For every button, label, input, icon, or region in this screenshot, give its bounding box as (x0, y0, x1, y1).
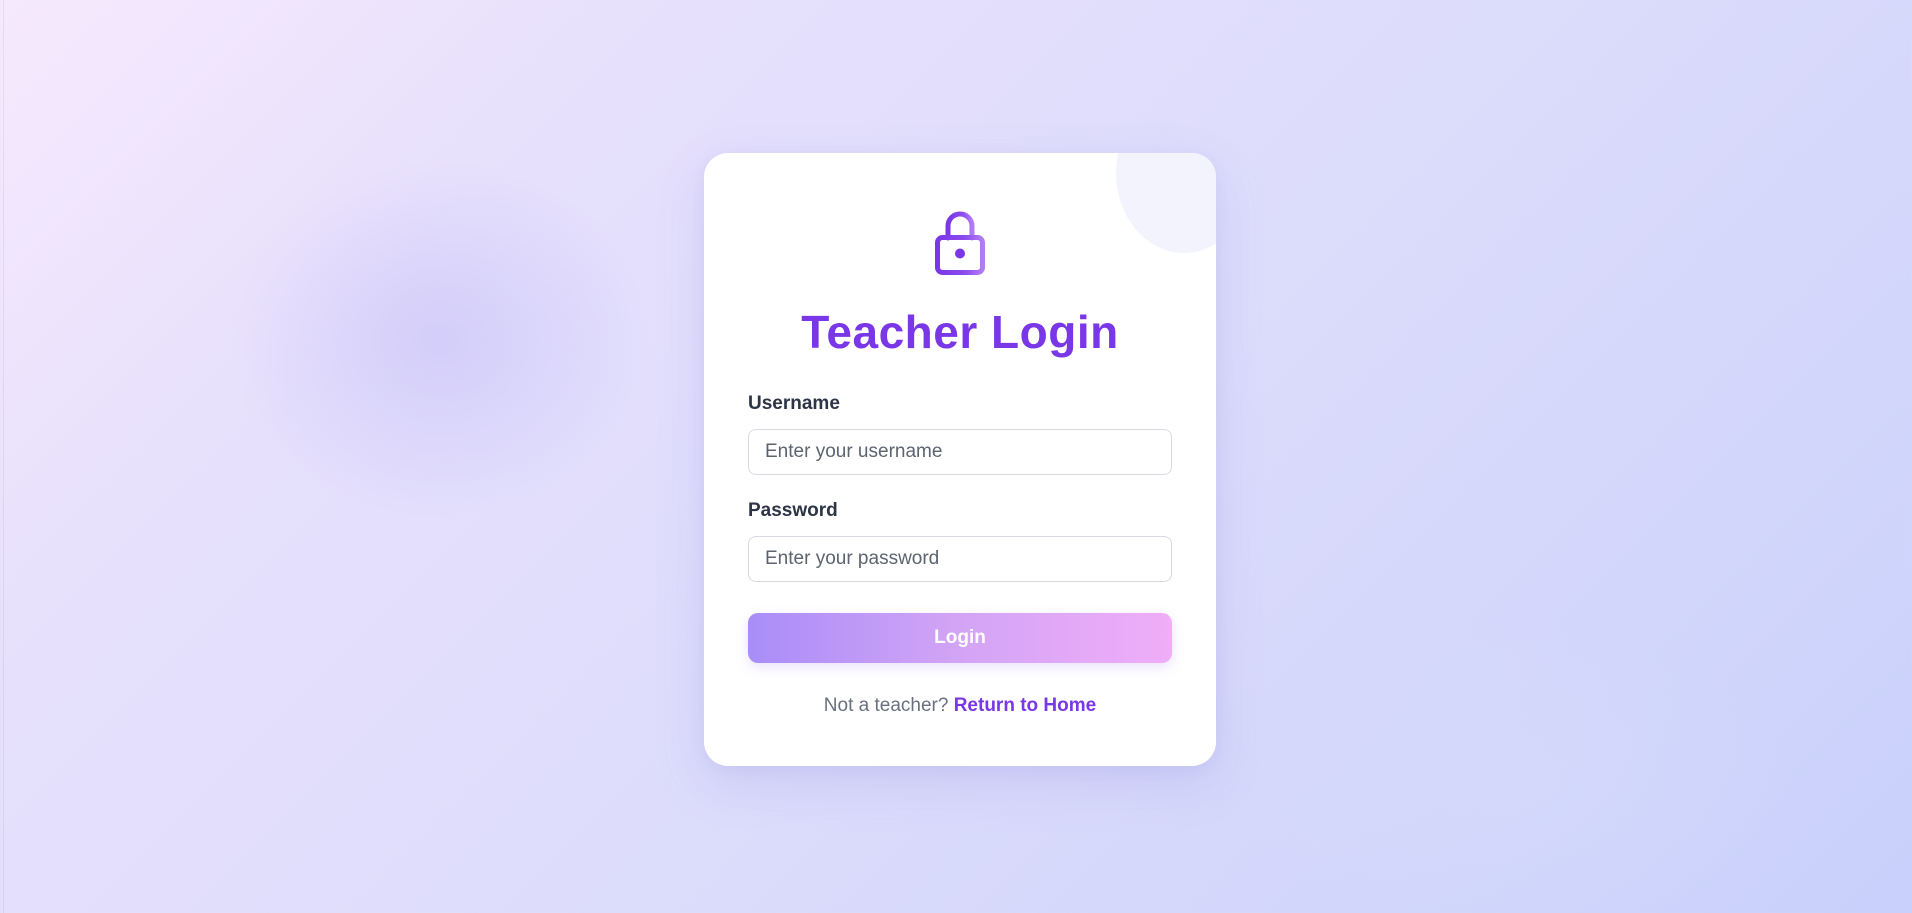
page-title: Teacher Login (801, 306, 1119, 358)
card-decoration (1116, 153, 1216, 253)
password-label: Password (748, 500, 838, 521)
footer-prompt: Not a teacher? Return to Home (704, 695, 1216, 717)
lock-icon (935, 211, 985, 275)
background-glow (230, 160, 650, 520)
username-label: Username (748, 393, 840, 414)
username-input[interactable] (748, 429, 1172, 475)
login-card: Teacher Login Username Password Login No… (704, 153, 1216, 766)
password-input[interactable] (748, 536, 1172, 582)
return-home-link[interactable]: Return to Home (954, 695, 1097, 716)
page-edge (3, 0, 4, 913)
login-button[interactable]: Login (748, 613, 1172, 663)
background-glow (1230, 620, 1790, 913)
footer-text: Not a teacher? (823, 695, 949, 716)
